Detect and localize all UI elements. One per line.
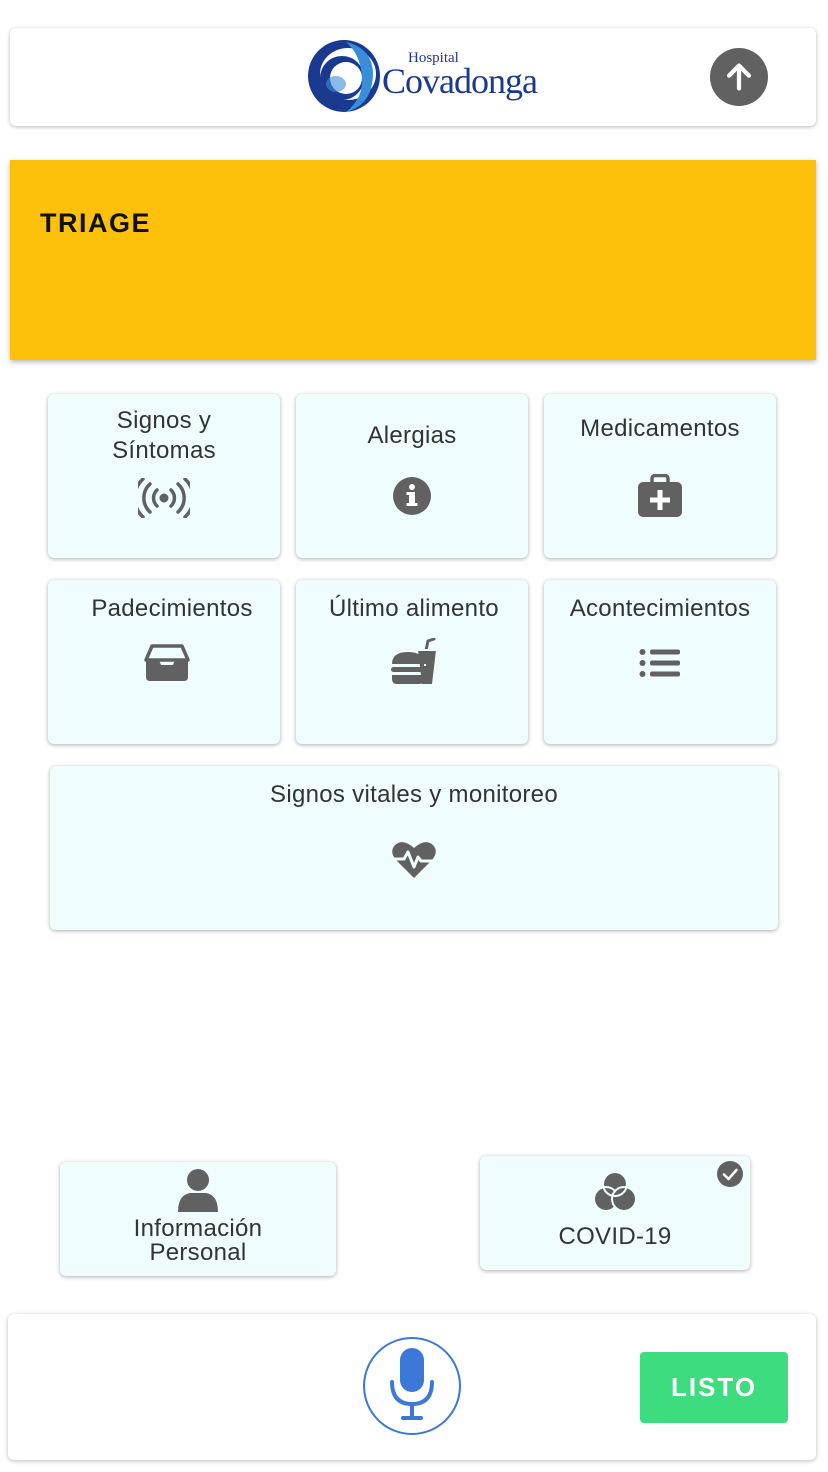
tile-signos-vitales[interactable]: Signos vitales y monitoreo [50,766,778,930]
tile-medicamentos[interactable]: Medicamentos [544,394,776,558]
tile-label: Signos y Síntomas [112,407,216,464]
hospital-logo: Hospital Covadonga [306,36,546,118]
tile-signos-sintomas[interactable]: Signos y Síntomas [48,394,280,558]
scroll-up-button[interactable] [710,48,768,106]
archive-tray-icon [144,644,190,681]
tile-label: Acontecimientos [569,595,751,622]
microphone-button[interactable] [363,1337,461,1435]
tile-acontecimientos[interactable]: Acontecimientos [544,580,776,744]
tile-label: Último alimento [329,595,499,622]
tile-label-line2: Personal [149,1239,247,1266]
tile-label: Alergias [367,422,457,449]
tile-alergias[interactable]: Alergias [296,394,528,558]
app-header: Hospital Covadonga [10,28,816,126]
broadcast-icon [138,478,190,518]
food-icon [391,638,436,684]
page-title: TRIAGE [40,208,152,238]
user-icon [178,1169,218,1212]
bottom-action-bar: LISTO [8,1314,816,1460]
tile-label: Padecimientos [91,595,253,622]
arrow-up-icon [726,63,752,91]
tile-ultimo-alimento[interactable]: Último alimento [296,580,528,744]
listo-button[interactable]: LISTO [640,1352,788,1423]
tile-padecimientos[interactable]: Padecimientos [48,580,280,744]
check-circle-icon [717,1161,743,1187]
info-circle-icon [393,477,431,515]
microphone-icon [390,1348,434,1420]
medkit-icon [638,474,682,517]
tile-label: COVID-19 [558,1223,672,1250]
triage-banner: TRIAGE [10,160,816,360]
tile-label: Signos vitales y monitoreo [270,781,558,808]
list-icon [639,649,680,677]
venn-icon [593,1171,637,1212]
tile-informacion-personal[interactable]: Información Personal [60,1162,336,1276]
logo-text-large: Covadonga [382,61,538,101]
tile-covid-19[interactable]: COVID-19 [480,1156,750,1270]
heartbeat-icon [392,842,436,878]
tile-label: Medicamentos [580,415,740,442]
